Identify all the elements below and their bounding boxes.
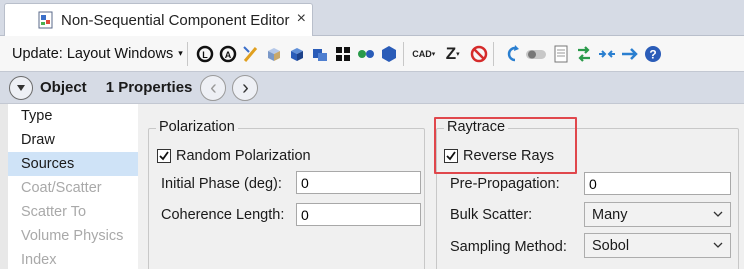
reverse-rays-highlight-box <box>434 117 577 174</box>
editor-toolbar: Update: Layout Windows ▾ L A CAD ▾ Z ▾ ? <box>0 36 744 71</box>
cad-label: CAD <box>412 48 432 59</box>
document-icon[interactable] <box>551 44 571 64</box>
next-object-button[interactable]: › <box>232 74 259 101</box>
object-cube-icon[interactable] <box>264 44 284 64</box>
object-header-bar: Object 1 Properties ‹ › <box>0 71 744 104</box>
collapse-toggle-icon[interactable] <box>9 75 33 100</box>
z-sort-icon[interactable]: Z ▾ <box>440 44 466 64</box>
toolbar-separator <box>492 41 494 66</box>
random-polarization-checkbox[interactable] <box>157 149 171 163</box>
random-polarization-row[interactable]: Random Polarization <box>157 148 311 164</box>
initial-phase-input[interactable] <box>296 171 421 194</box>
nav-item-sources[interactable]: Sources <box>8 152 138 176</box>
chevron-down-icon <box>713 238 723 255</box>
update-dropdown-button[interactable]: Update: Layout Windows ▾ <box>12 42 183 66</box>
chevron-left-icon: ‹ <box>210 76 217 99</box>
stacked-cube-icon[interactable] <box>310 44 330 64</box>
chevron-down-icon <box>713 207 723 224</box>
nav-item-draw[interactable]: Draw <box>8 128 138 152</box>
initial-phase-label: Initial Phase (deg): <box>161 176 282 192</box>
nav-item-coat-scatter: Coat/Scatter <box>21 180 102 196</box>
grid-layout-icon[interactable] <box>333 44 353 64</box>
coherence-length-label: Coherence Length: <box>161 207 285 223</box>
nav-item-index: Index <box>21 252 57 268</box>
toolbar-separator <box>402 41 404 66</box>
no-entry-icon[interactable] <box>469 44 489 64</box>
update-label: Update: Layout Windows <box>12 45 174 62</box>
reverse-arrow-icon[interactable] <box>501 44 521 64</box>
bulk-scatter-value: Many <box>592 206 628 223</box>
hexagon-icon[interactable] <box>379 44 399 64</box>
svg-text:?: ? <box>649 47 656 61</box>
cad-export-icon[interactable]: CAD ▾ <box>411 44 437 64</box>
merge-arrows-icon[interactable] <box>597 44 617 64</box>
coherence-length-input[interactable] <box>296 203 421 226</box>
previous-object-button[interactable]: ‹ <box>200 74 227 101</box>
update-caret-icon: ▾ <box>178 48 183 58</box>
pre-propagation-label: Pre-Propagation: <box>450 176 560 192</box>
spheres-icon[interactable] <box>356 44 376 64</box>
object-label: Object <box>40 79 87 96</box>
edit-wand-icon[interactable] <box>241 44 261 64</box>
close-tab-icon[interactable]: × <box>297 10 306 28</box>
random-polarization-label: Random Polarization <box>176 148 311 164</box>
sampling-method-select[interactable]: Sobol <box>584 233 731 258</box>
svg-text:L: L <box>202 50 208 60</box>
ray-trace-analysis-icon[interactable]: A <box>218 44 238 64</box>
z-label: Z <box>445 43 457 63</box>
tab-nsc-editor[interactable]: Non-Sequential Component Editor × <box>4 3 313 36</box>
polarization-legend: Polarization <box>156 119 238 135</box>
right-arrow-icon[interactable] <box>620 44 640 64</box>
sampling-method-value: Sobol <box>592 237 630 254</box>
nav-item-volume-physics: Volume Physics <box>21 228 124 244</box>
swap-arrows-icon[interactable] <box>574 44 594 64</box>
bulk-scatter-select[interactable]: Many <box>584 202 731 227</box>
ray-trace-icon[interactable]: L <box>195 44 215 64</box>
sampling-method-label: Sampling Method: <box>450 239 567 255</box>
tab-title: Non-Sequential Component Editor <box>61 11 290 29</box>
help-icon[interactable]: ? <box>643 44 663 64</box>
solid-cube-icon[interactable] <box>287 44 307 64</box>
nav-item-type[interactable]: Type <box>8 104 138 128</box>
document-tab-strip: Non-Sequential Component Editor × <box>0 0 744 36</box>
property-category-list: Type Draw Sources Coat/Scatter Scatter T… <box>0 104 138 269</box>
toggle-icon[interactable] <box>524 44 548 64</box>
chevron-right-icon: › <box>242 76 249 99</box>
toolbar-separator <box>186 41 188 66</box>
nav-item-scatter-to: Scatter To <box>21 204 87 220</box>
svg-text:A: A <box>224 50 231 60</box>
editor-document-icon <box>37 11 55 29</box>
pre-propagation-input[interactable] <box>584 172 731 195</box>
bulk-scatter-label: Bulk Scatter: <box>450 207 533 223</box>
properties-count: 1 Properties <box>105 79 193 96</box>
